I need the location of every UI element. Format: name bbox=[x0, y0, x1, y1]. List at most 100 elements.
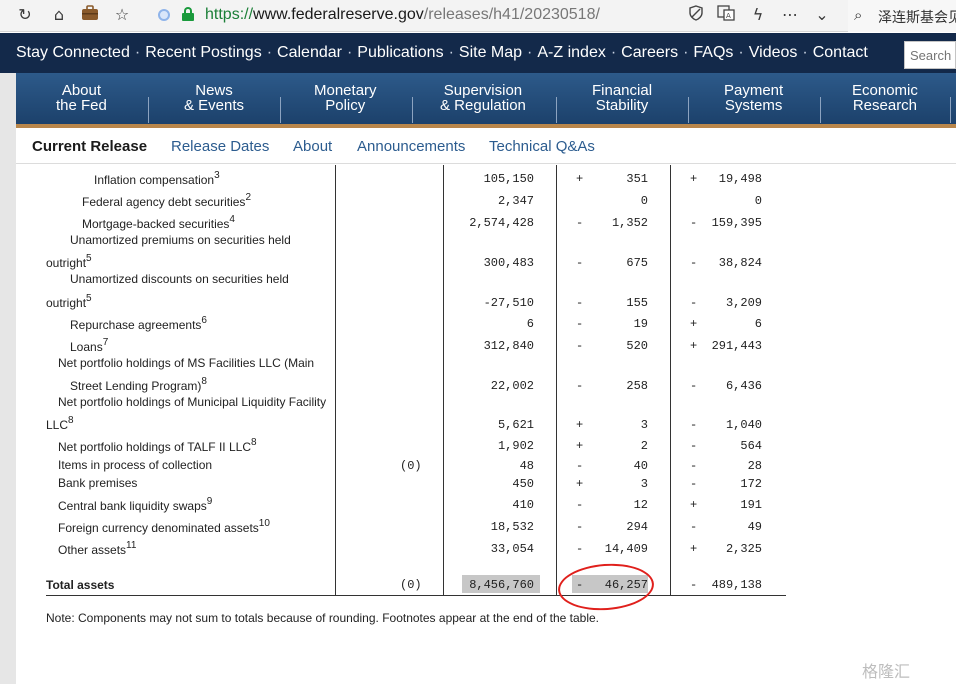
row-label-text: Foreign currency denominated assets bbox=[58, 521, 259, 535]
footnote-marker[interactable]: 5 bbox=[86, 253, 92, 264]
cell-week-value: 18,532 bbox=[490, 520, 534, 534]
cell-change-sign: + bbox=[576, 439, 584, 453]
cell-change-sign: - bbox=[576, 542, 584, 556]
cell-change-year-sign: - bbox=[690, 296, 698, 310]
cell-week-value: 48 bbox=[519, 459, 534, 473]
cell-change-sign: - bbox=[576, 317, 584, 331]
cell-change-sign: + bbox=[576, 172, 584, 186]
row-label: Unamortized discounts on securities held bbox=[70, 272, 289, 286]
row-label-continued: LLC8 bbox=[46, 415, 74, 432]
row-label-text: Loans bbox=[70, 340, 103, 354]
row-label-text: Mortgage-backed securities bbox=[82, 217, 230, 231]
cell-change-year-sign: + bbox=[690, 498, 698, 512]
row-label: Foreign currency denominated assets10 bbox=[58, 518, 270, 535]
cell-change-sign: - bbox=[576, 216, 584, 230]
cell-change-sign: - bbox=[576, 339, 584, 353]
footnote-marker[interactable]: 11 bbox=[126, 540, 136, 551]
total-change-sign: - bbox=[576, 578, 584, 592]
row-label: Repurchase agreements6 bbox=[70, 315, 207, 332]
cell-change-week: 1,352 bbox=[611, 216, 648, 230]
row-label: Items in process of collection bbox=[58, 458, 212, 472]
cell-change-year-sign: - bbox=[690, 379, 698, 393]
cell-change-year-sign: - bbox=[690, 477, 698, 491]
cell-change-week: 258 bbox=[626, 379, 648, 393]
row-label-text: Net portfolio holdings of TALF II LLC bbox=[58, 440, 251, 454]
footnote-marker[interactable]: 5 bbox=[86, 293, 92, 304]
cell-change-sign: - bbox=[576, 256, 584, 270]
cell-change-week: 14,409 bbox=[604, 542, 648, 556]
cell-week-value: 450 bbox=[512, 477, 534, 491]
cell-change-year-sign: + bbox=[690, 317, 698, 331]
total-change-year: 489,138 bbox=[711, 578, 762, 592]
row-label: Loans7 bbox=[70, 337, 109, 354]
row-label: Inflation compensation3 bbox=[94, 170, 220, 187]
total-change-year-sign: - bbox=[690, 578, 698, 592]
footnote-marker[interactable]: 8 bbox=[251, 437, 257, 448]
footnote-marker[interactable]: 7 bbox=[103, 337, 109, 348]
cell-week-value: -27,510 bbox=[483, 296, 534, 310]
cell-change-year: 159,395 bbox=[711, 216, 762, 230]
cell-change-year: 19,498 bbox=[718, 172, 762, 186]
watermark-logo: 格隆汇 bbox=[862, 662, 911, 681]
cell-change-week: 3 bbox=[640, 418, 648, 432]
footnote-marker[interactable]: 9 bbox=[207, 496, 213, 507]
footnote-marker[interactable]: 8 bbox=[68, 415, 74, 426]
cell-change-sign: - bbox=[576, 296, 584, 310]
column-divider bbox=[443, 165, 444, 596]
row-label-continued: outright5 bbox=[46, 293, 92, 310]
row-label: Net portfolio holdings of Municipal Liqu… bbox=[58, 395, 326, 409]
cell-change-sign: - bbox=[576, 459, 584, 473]
cell-week-value: 1,902 bbox=[497, 439, 534, 453]
cell-change-week: 3 bbox=[640, 477, 648, 491]
row-label: Mortgage-backed securities4 bbox=[82, 214, 235, 231]
footnote-marker[interactable]: 6 bbox=[201, 315, 207, 326]
column-divider bbox=[670, 165, 671, 596]
total-rule bbox=[46, 595, 786, 596]
column-divider bbox=[556, 165, 557, 596]
row-label-text: Other assets bbox=[58, 543, 127, 557]
total-week-value: 8,456,760 bbox=[469, 578, 534, 592]
cell-change-year-sign: + bbox=[690, 339, 698, 353]
cell-change-year: 1,040 bbox=[725, 418, 762, 432]
column-divider bbox=[335, 165, 336, 596]
row-label-continued: outright5 bbox=[46, 253, 92, 270]
cell-change-week: 40 bbox=[633, 459, 648, 473]
cell-change-year-sign: - bbox=[690, 418, 698, 432]
row-label: Unamortized premiums on securities held bbox=[70, 233, 291, 247]
cell-change-week: 19 bbox=[633, 317, 648, 331]
footnote-marker[interactable]: 4 bbox=[229, 214, 235, 225]
cell-change-year: 38,824 bbox=[718, 256, 762, 270]
row-label: Bank premises bbox=[58, 476, 137, 490]
cell-change-week: 520 bbox=[626, 339, 648, 353]
cell-change-sign: - bbox=[576, 520, 584, 534]
row-label-text: outright bbox=[46, 256, 87, 270]
cell-change-year-sign: + bbox=[690, 542, 698, 556]
row-label-text: Net portfolio holdings of MS Facilities … bbox=[58, 356, 315, 370]
footnote-marker[interactable]: 3 bbox=[214, 170, 220, 181]
cell-week-value: 300,483 bbox=[483, 256, 534, 270]
cell-change-year: 291,443 bbox=[711, 339, 762, 353]
cell-week-value: 2,574,428 bbox=[469, 216, 534, 230]
cell-change-year-sign: - bbox=[690, 439, 698, 453]
row-label-text: Bank premises bbox=[58, 476, 138, 490]
footnote-marker[interactable]: 8 bbox=[201, 376, 207, 387]
cell-change-week: 2 bbox=[640, 439, 648, 453]
row-label: Net portfolio holdings of TALF II LLC8 bbox=[58, 437, 257, 454]
cell-change-year: 172 bbox=[740, 477, 762, 491]
cell-change-year: 191 bbox=[740, 498, 762, 512]
cell-change-year: 2,325 bbox=[725, 542, 762, 556]
row-label-continued: Street Lending Program)8 bbox=[70, 376, 207, 393]
total-eliminations: (0) bbox=[400, 578, 422, 592]
cell-change-week: 294 bbox=[626, 520, 648, 534]
cell-change-year-sign: - bbox=[690, 459, 698, 473]
row-label-text: outright bbox=[46, 296, 87, 310]
cell-change-sign: + bbox=[576, 418, 584, 432]
cell-change-week: 12 bbox=[633, 498, 648, 512]
cell-change-sign: - bbox=[576, 379, 584, 393]
footnote-marker[interactable]: 10 bbox=[259, 518, 270, 529]
footnote-marker[interactable]: 2 bbox=[245, 192, 251, 203]
cell-eliminations: (0) bbox=[400, 459, 422, 473]
cell-change-sign: + bbox=[576, 477, 584, 491]
row-label: Other assets11 bbox=[58, 540, 136, 557]
cell-change-sign: - bbox=[576, 498, 584, 512]
